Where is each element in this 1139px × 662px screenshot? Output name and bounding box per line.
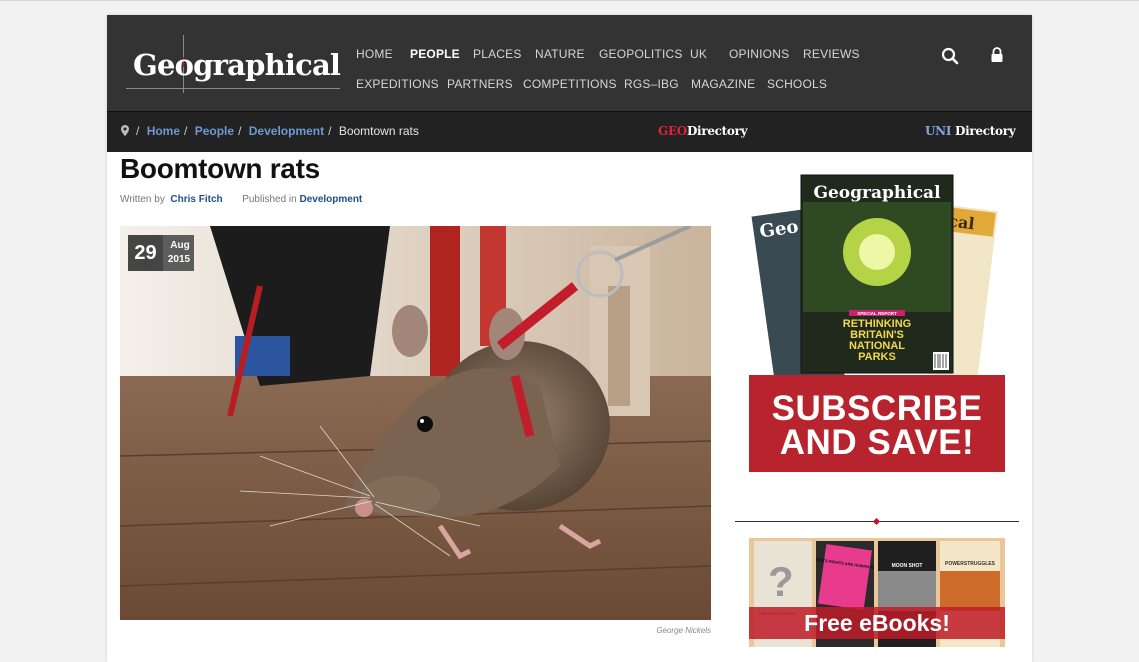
rat-photo-illustration [120, 226, 711, 620]
date-month: Aug [170, 240, 190, 251]
article-byline: Written by Chris Fitch Published in Deve… [120, 194, 362, 205]
article-hero-image: 29 Aug 2015 [120, 226, 711, 620]
cover-headline-4: PARKS [858, 351, 896, 363]
date-year: 2015 [167, 254, 191, 265]
svg-text:?: ? [768, 558, 794, 605]
magazine-covers-illustration: Geo ical Geographical SPECIAL REPORT RET… [751, 174, 998, 377]
date-day: 29 [128, 235, 163, 271]
cover-special-report: SPECIAL REPORT [857, 311, 897, 316]
free-ebooks-ad[interactable]: ?THE WORLD AFTER WOMEN'S RIGHTS ARE HUMA… [749, 538, 1005, 647]
subscribe-line-2: AND SAVE! [779, 423, 975, 462]
content-area: Boomtown rats Written by Chris Fitch Pub… [107, 0, 1032, 662]
author-link[interactable]: Chris Fitch [170, 194, 222, 205]
photo-credit: George Nickels [656, 626, 711, 635]
ebook-title-4: POWERSTRUGGLES [945, 561, 996, 567]
ebook-title-3: MOON SHOT [892, 563, 923, 569]
written-by-label: Written by [120, 194, 165, 205]
published-in-label: Published in [242, 194, 297, 205]
article-title: Boomtown rats [120, 153, 320, 184]
subscribe-ad[interactable]: Geo ical Geographical SPECIAL REPORT RET… [749, 172, 1005, 472]
sidebar-divider [735, 517, 1019, 526]
category-link[interactable]: Development [299, 194, 362, 205]
date-badge: 29 Aug 2015 [128, 235, 194, 271]
subscribe-banner: SUBSCRIBE AND SAVE! [749, 375, 1005, 472]
magazine-masthead: Geographical [813, 183, 941, 203]
free-ebooks-label: Free eBooks! [749, 607, 1005, 639]
